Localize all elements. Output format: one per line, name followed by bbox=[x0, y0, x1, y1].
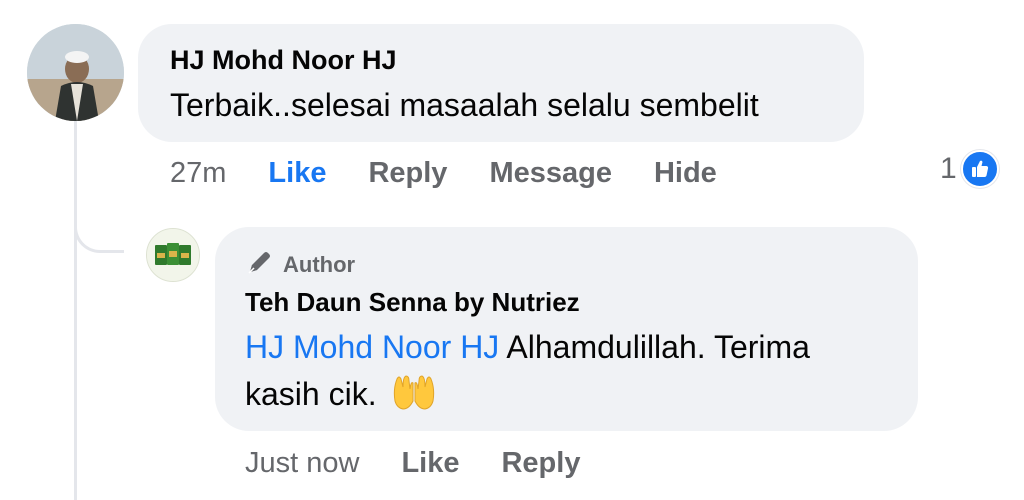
reply-reply-button[interactable]: Reply bbox=[501, 447, 580, 480]
reaction-count: 1 bbox=[940, 152, 957, 185]
reply-actions: Just now Like Reply bbox=[245, 447, 622, 480]
reply-text: Alhamdulillah. Terima bbox=[506, 329, 810, 365]
reaction-summary[interactable]: 1 bbox=[940, 150, 999, 188]
author-badge-label: Author bbox=[283, 252, 356, 277]
comment-message-button[interactable]: Message bbox=[489, 157, 612, 190]
thread-line bbox=[74, 120, 77, 500]
reply-like-button[interactable]: Like bbox=[401, 447, 459, 480]
reply-connector bbox=[74, 180, 124, 253]
comment-like-button[interactable]: Like bbox=[268, 157, 326, 190]
comment-hide-button[interactable]: Hide bbox=[654, 157, 717, 190]
author-badge: Author bbox=[245, 247, 355, 283]
comment-text: Terbaik..selesai masaalah selalu sembeli… bbox=[170, 87, 759, 123]
comment-actions: 27m Like Reply Message Hide bbox=[170, 157, 759, 190]
comment-author-name[interactable]: HJ Mohd Noor HJ bbox=[170, 45, 397, 76]
pencil-icon bbox=[245, 247, 275, 283]
page-avatar[interactable] bbox=[146, 228, 200, 282]
thumbs-up-icon bbox=[960, 150, 999, 188]
mention-link[interactable]: HJ Mohd Noor HJ bbox=[245, 329, 499, 365]
reply-text-line1: HJ Mohd Noor HJ Alhamdulillah. Terima bbox=[245, 324, 810, 370]
reply-text-continued: kasih cik. bbox=[245, 376, 377, 412]
comment-reply-button[interactable]: Reply bbox=[368, 157, 447, 190]
reply-timestamp[interactable]: Just now bbox=[245, 447, 359, 480]
raising-hands-emoji bbox=[391, 371, 437, 423]
commenter-avatar[interactable] bbox=[27, 24, 124, 121]
reply-author-name[interactable]: Teh Daun Senna by Nutriez bbox=[245, 287, 580, 318]
comment-timestamp[interactable]: 27m bbox=[170, 157, 226, 190]
reply-text-line2: kasih cik. bbox=[245, 371, 437, 423]
